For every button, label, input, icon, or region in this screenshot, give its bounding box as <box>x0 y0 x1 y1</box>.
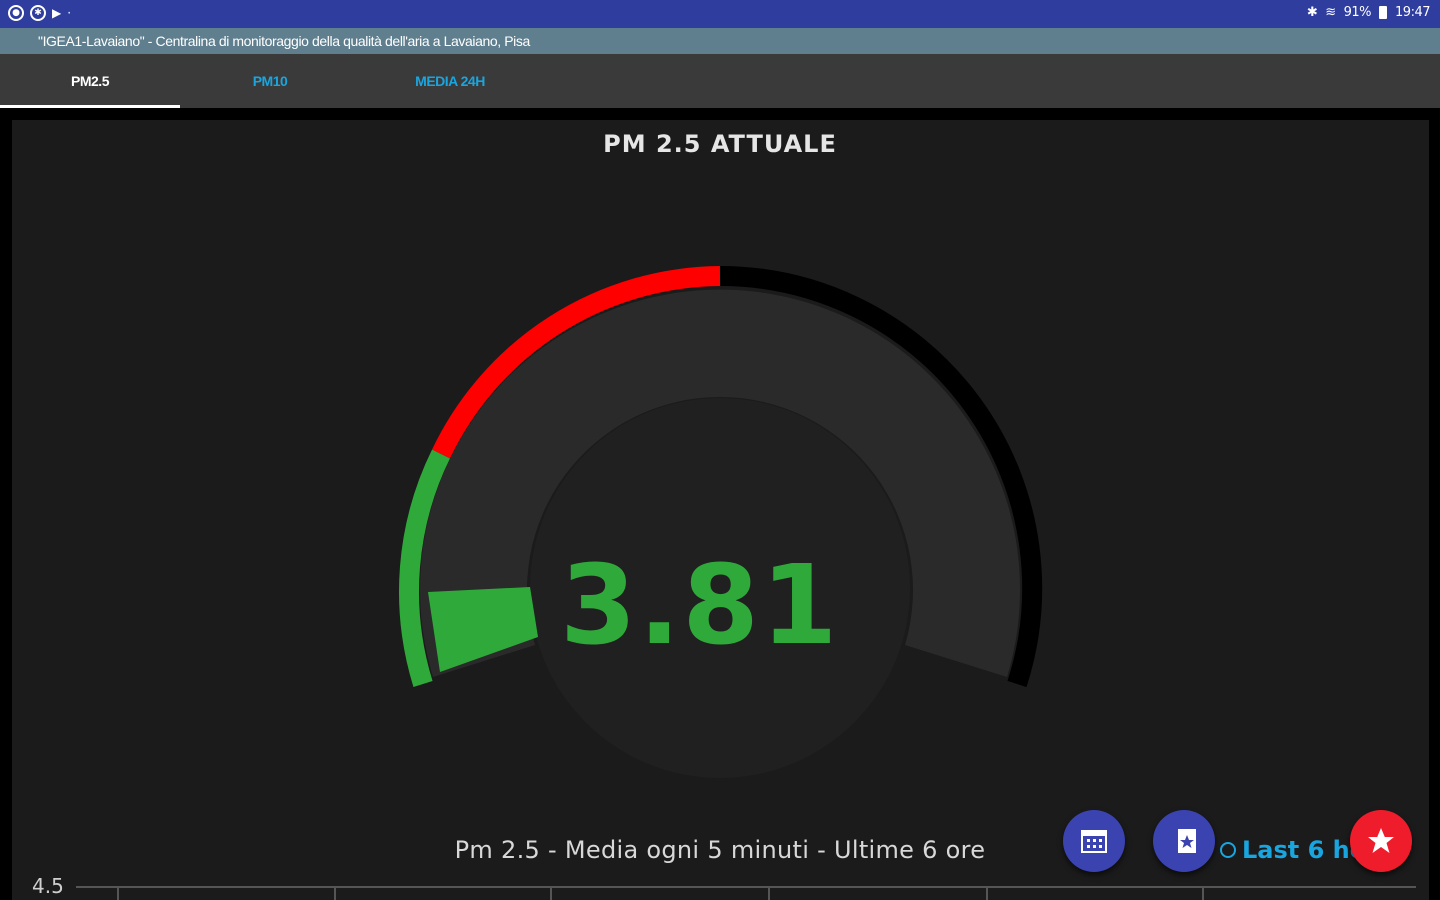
chart-tick <box>550 886 552 900</box>
battery-icon <box>1379 6 1388 19</box>
chart-tick <box>117 886 119 900</box>
chart-tick <box>334 886 336 900</box>
chart-gridline-top <box>76 886 1416 888</box>
tab-pm25[interactable]: PM2.5 <box>0 54 180 108</box>
tab-media-24h[interactable]: MEDIA 24H <box>360 54 540 108</box>
bluetooth-icon: ✱ <box>1306 5 1318 20</box>
system-status-bar: ● ✱ ▶ · ✱ ≋ 91% 19:47 <box>0 0 1440 28</box>
y-axis-top-label: 4.5 <box>32 874 64 898</box>
chart-tick <box>768 886 770 900</box>
clock-icon <box>1220 842 1236 858</box>
app-title-bar: "IGEA1-Lavaiano" - Centralina di monitor… <box>0 28 1440 54</box>
settings-gear-icon: ✱ <box>30 5 46 21</box>
tab-pm10[interactable]: PM10 <box>180 54 360 108</box>
bookmark-button[interactable] <box>1153 810 1215 872</box>
status-system-icons: ✱ ≋ 91% 19:47 <box>1306 5 1431 20</box>
dot-icon: · <box>67 6 72 20</box>
battery-percent: 91% <box>1343 5 1372 20</box>
pm25-gauge <box>399 266 1043 778</box>
calendar-grid-icon <box>1081 830 1107 853</box>
gauge-value: 3.81 <box>560 541 840 669</box>
bookmark-star-icon <box>1172 829 1196 853</box>
status-notification-icons: ● ✱ ▶ · <box>8 5 71 21</box>
app-title: "IGEA1-Lavaiano" - Centralina di monitor… <box>38 33 530 49</box>
play-store-icon: ▶ <box>52 6 62 20</box>
time-range-selector[interactable]: Last 6 hours <box>1220 836 1360 864</box>
time-range-label: Last 6 hours <box>1242 836 1360 864</box>
calendar-button[interactable] <box>1063 810 1125 872</box>
star-icon <box>1368 828 1394 853</box>
sync-icon: ● <box>8 5 24 21</box>
chart-tick <box>1202 886 1204 900</box>
clock-time: 19:47 <box>1395 5 1430 20</box>
tab-bar: PM2.5 PM10 MEDIA 24H <box>0 54 1440 108</box>
favorite-button[interactable] <box>1350 810 1412 872</box>
chart-tick <box>986 886 988 900</box>
wifi-icon: ≋ <box>1325 5 1336 20</box>
